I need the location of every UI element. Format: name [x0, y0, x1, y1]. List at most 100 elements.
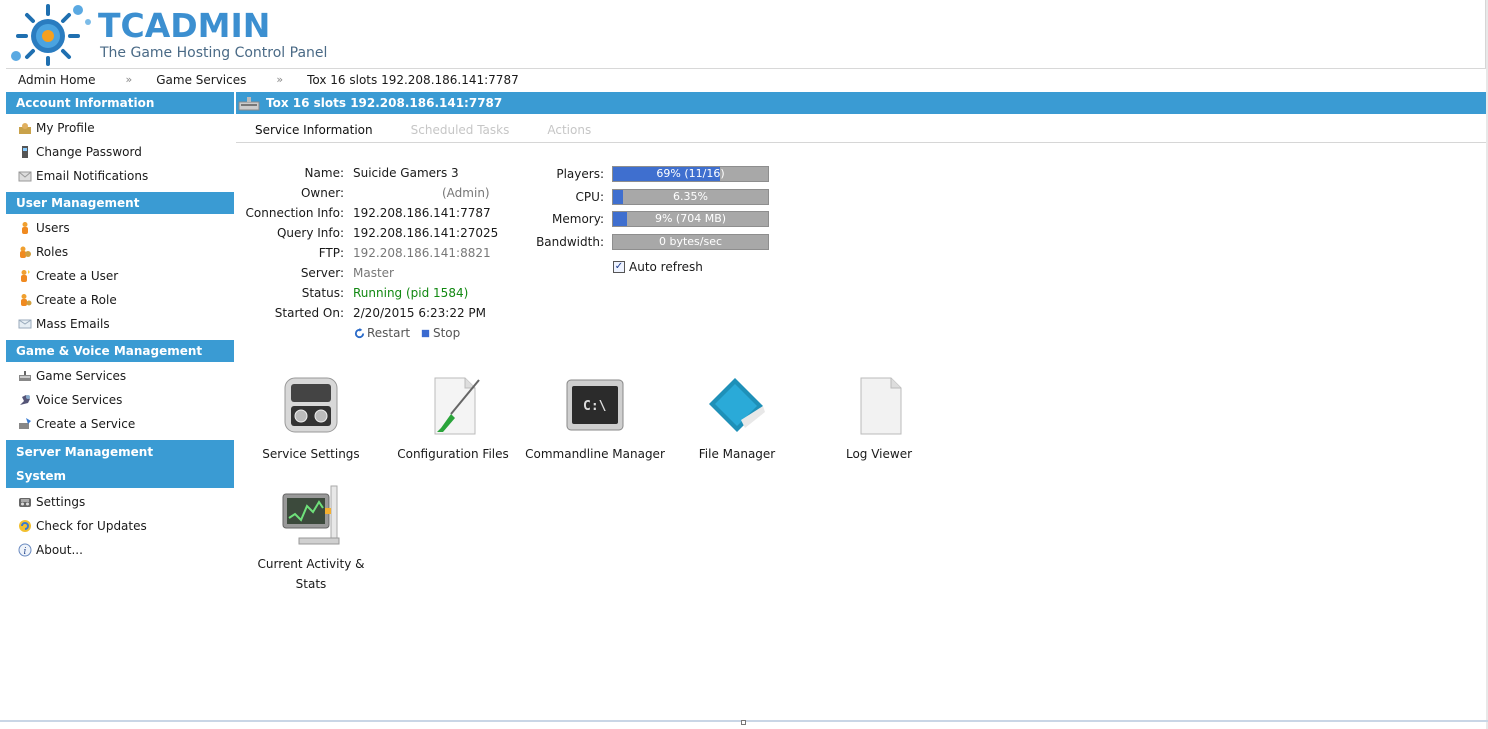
- server-value: Master: [353, 266, 394, 280]
- account-section-header: Account Information: [6, 92, 234, 114]
- owner-label: Owner:: [300, 186, 344, 200]
- sidebar: Account Information My Profile Change Pa…: [6, 92, 234, 566]
- players-bar: 69% (11/16): [612, 166, 769, 182]
- configuration-files-launcher[interactable]: Configuration Files: [378, 374, 528, 464]
- system-title: System: [16, 469, 66, 483]
- game-voice-header: Game & Voice Management: [6, 340, 234, 362]
- query-value: 192.208.186.141:27025: [353, 226, 499, 240]
- user-management-header: User Management: [6, 192, 234, 214]
- breadcrumb-admin-home[interactable]: Admin Home: [6, 73, 96, 87]
- password-icon: [22, 146, 28, 158]
- breadcrumb-separator: »: [125, 73, 133, 86]
- updates-icon: [19, 520, 31, 532]
- breadcrumb-game-services[interactable]: Game Services: [156, 73, 246, 87]
- file-manager-label: File Manager: [698, 447, 776, 461]
- sidebar-item-label: About...: [36, 543, 83, 557]
- tab-bar: Service Information Scheduled Tasks Acti…: [236, 118, 1486, 143]
- sidebar-item-label: Roles: [36, 245, 69, 259]
- sidebar-item-label: Check for Updates: [36, 519, 147, 533]
- sidebar-item-settings[interactable]: Settings: [6, 490, 234, 514]
- owner-value: (Admin): [442, 186, 490, 200]
- stop-button[interactable]: Stop: [420, 323, 460, 343]
- auto-refresh-checkbox[interactable]: ✓: [613, 261, 625, 273]
- restart-button[interactable]: Restart: [354, 323, 410, 343]
- sidebar-item-users[interactable]: Users: [6, 216, 234, 240]
- service-settings-launcher[interactable]: Service Settings: [236, 374, 386, 464]
- game-voice-section: Game & Voice Management Game Services Vo…: [6, 340, 234, 436]
- sidebar-item-game-services[interactable]: Game Services: [6, 364, 234, 388]
- sidebar-item-label: Email Notifications: [36, 169, 149, 183]
- activity-stats-label: Current Activity &: [257, 557, 365, 571]
- status-value: Running (pid 1584): [353, 286, 469, 300]
- sidebar-item-create-user[interactable]: Create a User: [6, 264, 234, 288]
- cpu-bar-text: 6.35%: [673, 190, 708, 203]
- ftp-value[interactable]: 192.208.186.141:8821: [353, 243, 491, 263]
- sidebar-item-label: Users: [36, 221, 70, 235]
- sidebar-item-label: Change Password: [36, 145, 142, 159]
- file-manager-launcher[interactable]: File Manager: [662, 374, 812, 464]
- profile-icon: [19, 123, 31, 134]
- email-icon: [18, 171, 32, 182]
- user-management-section: User Management Users Roles Create a Use…: [6, 192, 234, 336]
- sidebar-item-label: Settings: [36, 495, 86, 509]
- players-bar-text: 69% (11/16): [656, 167, 725, 180]
- configuration-files-label: Configuration Files: [397, 447, 509, 461]
- bandwidth-bar-text: 0 bytes/sec: [658, 235, 723, 248]
- status-label: Status:: [301, 286, 344, 300]
- resize-handle[interactable]: [741, 720, 746, 725]
- commandline-manager-label: Commandline Manager: [525, 447, 665, 461]
- bandwidth-label: Bandwidth:: [536, 235, 604, 249]
- game-server-icon: [238, 97, 260, 111]
- connection-label: Connection Info:: [245, 206, 344, 220]
- mass-email-icon: [18, 319, 32, 329]
- sidebar-item-about[interactable]: i About...: [6, 538, 234, 562]
- sidebar-item-voice-services[interactable]: Voice Services: [6, 388, 234, 412]
- memory-label: Memory:: [552, 212, 604, 226]
- name-value: Suicide Gamers 3: [353, 166, 459, 180]
- sidebar-item-email-notifications[interactable]: Email Notifications: [6, 164, 234, 188]
- server-label: Server:: [300, 266, 344, 280]
- ftp-label: FTP:: [318, 246, 344, 260]
- tab-actions[interactable]: Actions: [528, 123, 610, 137]
- memory-bar-text: 9% (704 MB): [654, 212, 727, 225]
- sidebar-item-create-service[interactable]: Create a Service: [6, 412, 234, 436]
- sidebar-item-check-updates[interactable]: Check for Updates: [6, 514, 234, 538]
- restart-label: Restart: [367, 326, 411, 340]
- settings-icon: [19, 498, 31, 507]
- game-services-icon: [19, 371, 31, 381]
- info-row-server: Server: Master: [236, 263, 636, 283]
- sidebar-item-label: Create a Service: [36, 417, 136, 431]
- server-management-section: Server Management System Settings Check …: [6, 440, 234, 562]
- sidebar-item-create-role[interactable]: Create a Role: [6, 288, 234, 312]
- restart-icon: [354, 327, 365, 338]
- configuration-files-icon: [434, 377, 480, 435]
- sidebar-item-roles[interactable]: Roles: [6, 240, 234, 264]
- log-viewer-label: Log Viewer: [845, 447, 913, 461]
- user-icon: [22, 222, 28, 234]
- started-value: 2/20/2015 6:23:22 PM: [353, 306, 487, 320]
- name-label: Name:: [304, 166, 344, 180]
- sidebar-item-change-password[interactable]: Change Password: [6, 140, 234, 164]
- sidebar-item-label: Voice Services: [36, 393, 123, 407]
- breadcrumb-current: Tox 16 slots 192.208.186.141:7787: [307, 72, 519, 87]
- logo-sun-icon: [11, 4, 91, 66]
- sidebar-item-label: Create a User: [36, 269, 119, 283]
- info-row-status: Status: Running (pid 1584): [236, 283, 636, 303]
- activity-stats-icon: [282, 485, 340, 545]
- logo-subtitle: The Game Hosting Control Panel: [100, 45, 328, 61]
- sidebar-item-mass-emails[interactable]: Mass Emails: [6, 312, 234, 336]
- activity-stats-launcher[interactable]: Current Activity & Stats: [236, 484, 386, 594]
- log-viewer-launcher[interactable]: Log Viewer: [804, 374, 954, 464]
- commandline-manager-launcher[interactable]: C:\ Commandline Manager: [520, 374, 670, 464]
- sidebar-item-my-profile[interactable]: My Profile: [6, 116, 234, 140]
- commandline-manager-icon: C:\: [566, 379, 624, 431]
- auto-refresh-toggle[interactable]: ✓ Auto refresh: [613, 260, 703, 274]
- tab-scheduled-tasks[interactable]: Scheduled Tasks: [392, 123, 529, 137]
- server-management-header: Server Management System: [6, 440, 234, 488]
- stop-label: Stop: [432, 326, 461, 340]
- tab-service-information[interactable]: Service Information: [236, 123, 392, 137]
- sidebar-item-label: Game Services: [36, 369, 127, 383]
- log-viewer-icon: [860, 377, 902, 435]
- connection-value: 192.208.186.141:7787: [353, 206, 491, 220]
- create-role-icon: [21, 294, 32, 306]
